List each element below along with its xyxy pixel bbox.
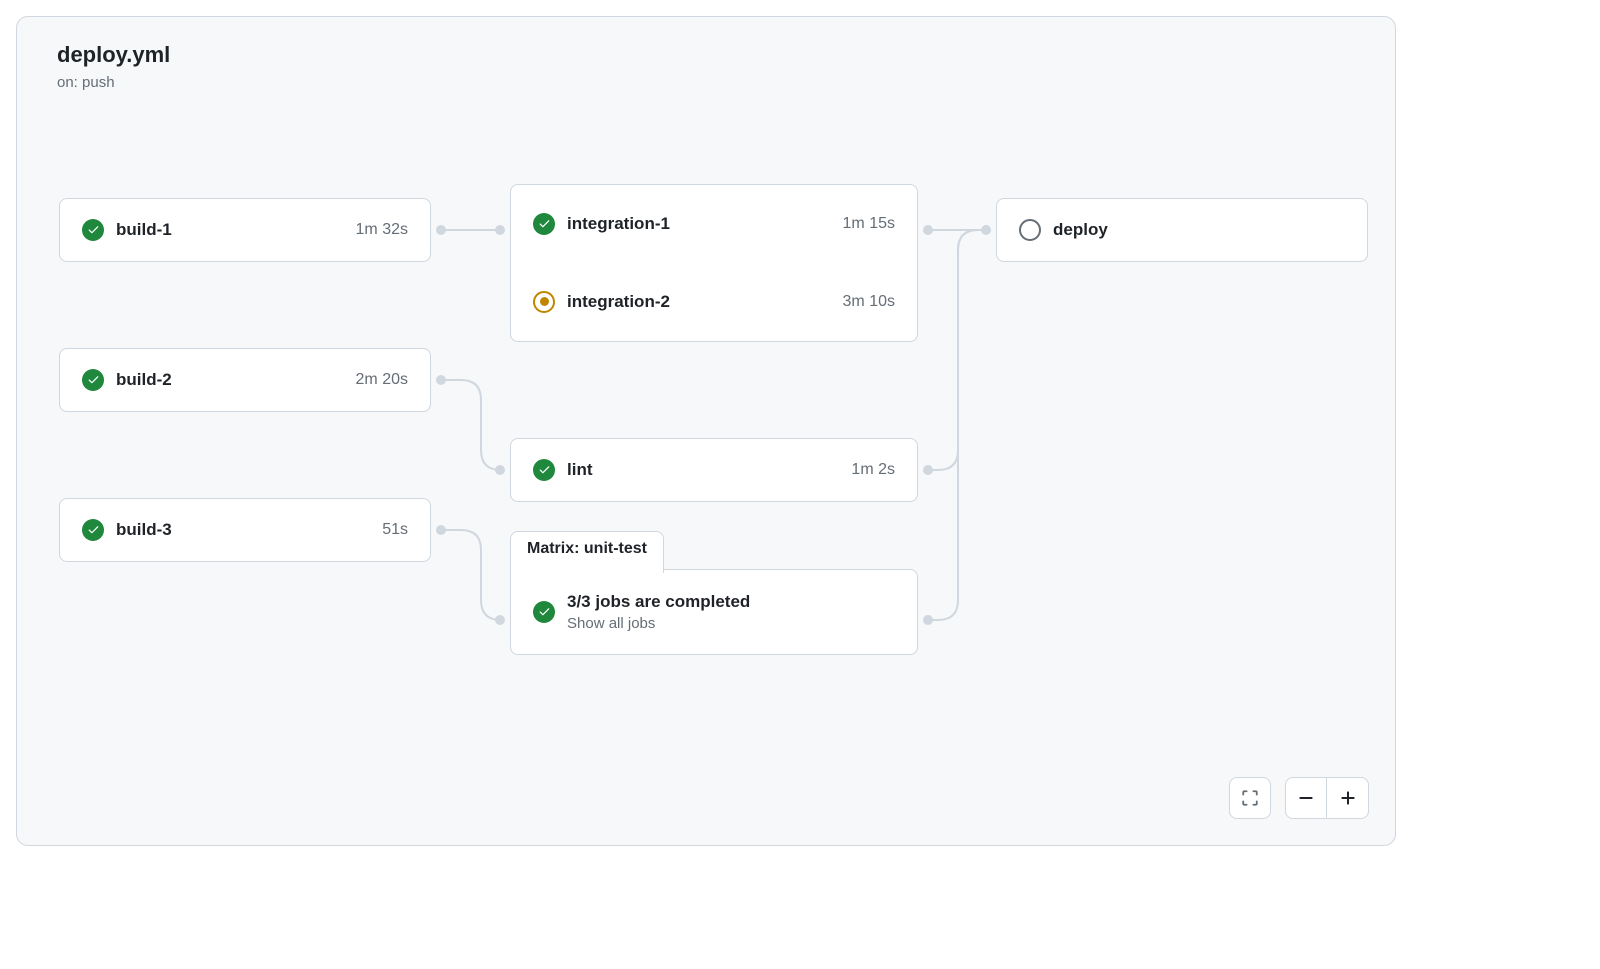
job-build-1[interactable]: build-1 1m 32s bbox=[59, 198, 431, 262]
workflow-visualization-panel: deploy.yml on: push .cline { stroke: #d0… bbox=[16, 16, 1396, 846]
in-progress-icon bbox=[533, 291, 555, 313]
job-duration: 3m 10s bbox=[843, 293, 895, 311]
success-icon bbox=[533, 213, 555, 235]
job-integration-1[interactable]: integration-1 1m 15s bbox=[511, 185, 917, 263]
matrix-unit-test[interactable]: Matrix: unit-test 3/3 jobs are completed… bbox=[510, 569, 918, 655]
job-duration: 51s bbox=[382, 521, 408, 539]
job-lint[interactable]: lint 1m 2s bbox=[510, 438, 918, 502]
job-deploy[interactable]: deploy bbox=[996, 198, 1368, 262]
job-duration: 2m 20s bbox=[356, 371, 408, 389]
job-name: lint bbox=[567, 460, 593, 480]
job-integration-2[interactable]: integration-2 3m 10s bbox=[511, 263, 917, 341]
job-duration: 1m 15s bbox=[843, 215, 895, 233]
zoom-controls bbox=[1229, 777, 1369, 819]
fit-to-screen-button[interactable] bbox=[1229, 777, 1271, 819]
job-group-integrations: integration-1 1m 15s integration-2 3m 10… bbox=[510, 184, 918, 342]
job-duration: 1m 2s bbox=[851, 461, 895, 479]
zoom-button-group bbox=[1285, 777, 1369, 819]
job-name: integration-2 bbox=[567, 292, 670, 312]
success-icon bbox=[82, 369, 104, 391]
workflow-graph-canvas[interactable]: .cline { stroke: #d0d7de; stroke-width: … bbox=[17, 99, 1395, 845]
success-icon bbox=[82, 519, 104, 541]
zoom-out-button[interactable] bbox=[1286, 778, 1327, 818]
matrix-summary: 3/3 jobs are completed bbox=[567, 592, 750, 612]
zoom-in-button[interactable] bbox=[1327, 778, 1368, 818]
workflow-filename: deploy.yml bbox=[57, 41, 1365, 70]
job-name: build-3 bbox=[116, 520, 172, 540]
success-icon bbox=[533, 601, 555, 623]
job-name: build-1 bbox=[116, 220, 172, 240]
success-icon bbox=[533, 459, 555, 481]
workflow-header: deploy.yml on: push bbox=[17, 17, 1395, 99]
fit-screen-icon bbox=[1241, 789, 1259, 807]
show-all-jobs-link[interactable]: Show all jobs bbox=[567, 615, 750, 632]
job-name: build-2 bbox=[116, 370, 172, 390]
job-build-2[interactable]: build-2 2m 20s bbox=[59, 348, 431, 412]
success-icon bbox=[82, 219, 104, 241]
matrix-tab-label: Matrix: unit-test bbox=[510, 531, 664, 573]
minus-icon bbox=[1297, 789, 1315, 807]
job-duration: 1m 32s bbox=[356, 221, 408, 239]
workflow-trigger: on: push bbox=[57, 74, 1365, 91]
job-name: deploy bbox=[1053, 220, 1108, 240]
pending-icon bbox=[1019, 219, 1041, 241]
plus-icon bbox=[1339, 789, 1357, 807]
job-name: integration-1 bbox=[567, 214, 670, 234]
job-build-3[interactable]: build-3 51s bbox=[59, 498, 431, 562]
